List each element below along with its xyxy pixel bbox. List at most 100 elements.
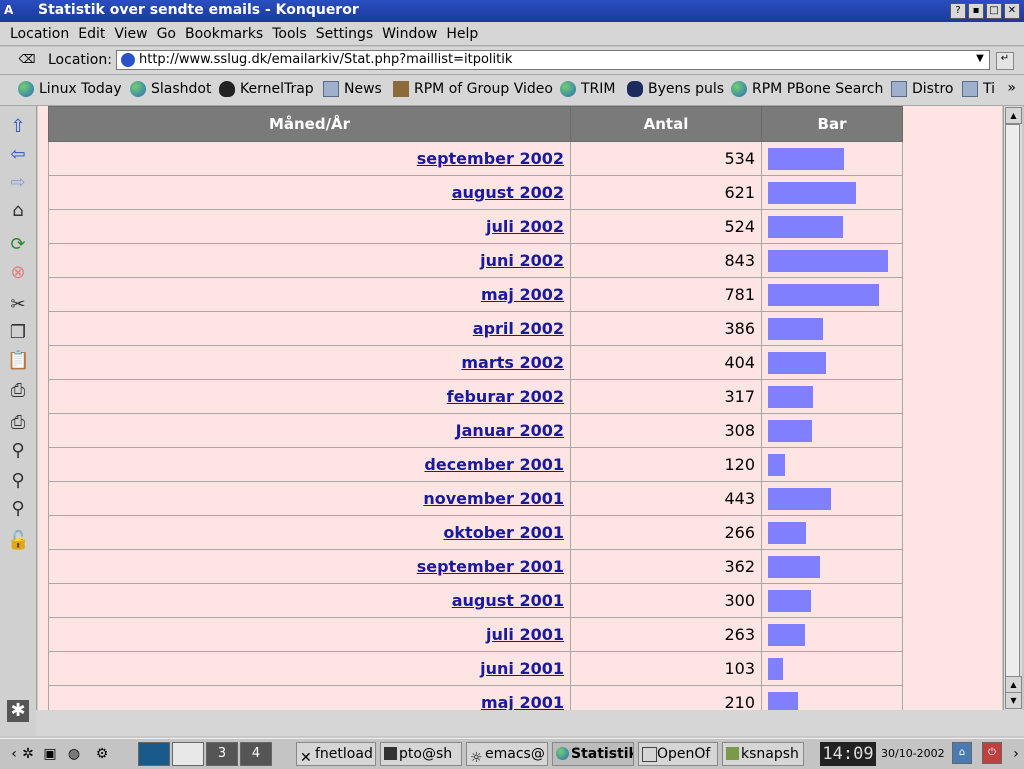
menu-bookmarks[interactable]: Bookmarks	[185, 26, 263, 42]
count-bar	[768, 181, 856, 204]
task-label: Statistik	[571, 746, 634, 762]
bookmark-byens-puls[interactable]: Byens puls	[627, 81, 724, 97]
bookmark-folder-ti[interactable]: Ti	[962, 81, 995, 97]
konqueror-app-icon[interactable]: A	[4, 3, 13, 17]
scroll-up-icon[interactable]: ▲	[1005, 676, 1022, 693]
bookmark-overflow-icon[interactable]: »	[1007, 80, 1016, 96]
forward-arrow-icon[interactable]: ⇨	[7, 172, 29, 194]
task-ksnapshot[interactable]: ksnapsh	[722, 742, 804, 766]
location-url[interactable]: http://www.sslug.dk/emailarkiv/Stat.php?…	[139, 52, 512, 67]
menu-help[interactable]: Help	[446, 26, 478, 42]
desktop-icon[interactable]: ▣	[40, 744, 60, 764]
zoom-icon[interactable]: ⚲	[7, 440, 29, 462]
clock[interactable]: 14:09	[820, 742, 876, 766]
month-link[interactable]: Januar 2002	[456, 421, 564, 440]
browser-globe-icon[interactable]: ◍	[64, 744, 84, 764]
cut-icon[interactable]: ✂	[7, 294, 29, 316]
task-fnetload[interactable]: ✕ fnetload	[296, 742, 376, 766]
vertical-scrollbar[interactable]: ▲ ▲ ▼	[1003, 106, 1022, 710]
month-link[interactable]: september 2002	[417, 149, 564, 168]
menu-settings[interactable]: Settings	[316, 26, 373, 42]
desktop-4-button[interactable]: 4	[240, 742, 272, 766]
task-emacs[interactable]: ☼ emacs@	[466, 742, 548, 766]
throbber-gear-icon: ✱	[7, 700, 29, 722]
bookmark-trim[interactable]: TRIM	[560, 81, 616, 97]
scroll-up-icon[interactable]: ▲	[1005, 107, 1022, 124]
month-link[interactable]: april 2002	[473, 319, 564, 338]
lock-screen-icon[interactable]: ⌂	[952, 742, 972, 764]
settings-icon[interactable]: ⚙	[92, 744, 112, 764]
menu-view[interactable]: View	[114, 26, 147, 42]
month-link[interactable]: feburar 2002	[447, 387, 564, 406]
zoom-in-icon[interactable]: ⚲	[7, 470, 29, 492]
month-link[interactable]: december 2001	[424, 455, 564, 474]
menu-tools[interactable]: Tools	[272, 26, 307, 42]
bookmark-folder-news[interactable]: News	[323, 81, 382, 97]
month-link[interactable]: oktober 2001	[443, 523, 564, 542]
month-link[interactable]: november 2001	[423, 489, 564, 508]
table-row: juni 2002 843	[48, 243, 903, 278]
security-lock-icon[interactable]: 🔓	[7, 530, 29, 552]
month-link[interactable]: maj 2002	[481, 285, 564, 304]
task-statistik[interactable]: Statistik	[552, 742, 634, 766]
month-link[interactable]: august 2001	[452, 591, 564, 610]
clear-location-icon[interactable]: ⌫	[18, 52, 36, 68]
back-arrow-icon[interactable]: ⇦	[7, 144, 29, 166]
month-cell: juli 2002	[48, 209, 571, 244]
bookmark-rpm-pbone-search[interactable]: RPM PBone Search	[731, 81, 883, 97]
table-row: november 2001 443	[48, 481, 903, 516]
reload-icon[interactable]: ⟳	[7, 234, 29, 256]
menu-go[interactable]: Go	[157, 26, 176, 42]
zoom-out-icon[interactable]: ⚲	[7, 498, 29, 520]
bar-cell	[761, 583, 903, 618]
month-link[interactable]: juni 2001	[480, 659, 564, 678]
close-window-button[interactable]: ✕	[1004, 3, 1020, 19]
desktop-3-button[interactable]: 3	[206, 742, 238, 766]
menu-location[interactable]: Location	[10, 26, 69, 42]
scroll-right-icon[interactable]: ›	[1010, 744, 1022, 764]
bookmark-folder-distro[interactable]: Distro	[891, 81, 953, 97]
globe-icon	[130, 81, 146, 97]
bookmark-label: News	[344, 81, 382, 97]
chevron-down-icon[interactable]: ▼	[973, 53, 987, 64]
stop-icon[interactable]: ⊗	[7, 262, 29, 284]
kde-menu-icon[interactable]: ✲	[18, 744, 38, 764]
bookmark-kerneltrap[interactable]: KernelTrap	[219, 81, 314, 97]
paste-icon[interactable]: 📋	[7, 350, 29, 372]
home-icon[interactable]: ⌂	[7, 200, 29, 222]
bookmark-slashdot[interactable]: Slashdot	[130, 81, 211, 97]
logout-icon[interactable]: ⏻	[982, 742, 1002, 764]
bookmark-linux-today[interactable]: Linux Today	[18, 81, 122, 97]
print-icon[interactable]: ⎙	[7, 380, 29, 402]
month-link[interactable]: maj 2001	[481, 693, 564, 710]
help-window-button[interactable]: ?	[950, 3, 966, 19]
month-link[interactable]: juni 2002	[480, 251, 564, 270]
minimize-button[interactable]: ▪	[968, 3, 984, 19]
terminal-icon	[384, 747, 397, 760]
month-link[interactable]: juli 2001	[486, 625, 564, 644]
bookmark-label: RPM PBone Search	[752, 81, 884, 97]
scroll-thumb[interactable]	[1005, 124, 1020, 680]
folder-icon	[323, 81, 339, 97]
task-openoffice[interactable]: OpenOf	[638, 742, 718, 766]
month-link[interactable]: marts 2002	[461, 353, 564, 372]
go-button[interactable]: ↵	[996, 52, 1014, 70]
task-terminal[interactable]: pto@sh	[380, 742, 462, 766]
desktop-2-button[interactable]	[172, 742, 204, 766]
scroll-down-icon[interactable]: ▼	[1005, 692, 1022, 709]
menu-window[interactable]: Window	[382, 26, 437, 42]
month-link[interactable]: september 2001	[417, 557, 564, 576]
copy-icon[interactable]: ❐	[7, 322, 29, 344]
menu-edit[interactable]: Edit	[78, 26, 105, 42]
bookmark-rpm-group-video[interactable]: RPM of Group Video	[393, 81, 553, 97]
desktop-1-button[interactable]	[138, 742, 170, 766]
location-input[interactable]: http://www.sslug.dk/emailarkiv/Stat.php?…	[116, 50, 990, 70]
month-cell: december 2001	[48, 447, 571, 482]
maximize-button[interactable]: □	[986, 3, 1002, 19]
table-row: marts 2002 404	[48, 345, 903, 380]
bookmark-label: RPM of Group Video	[414, 81, 553, 97]
print-frame-icon[interactable]: ⎙	[7, 412, 29, 434]
month-link[interactable]: august 2002	[452, 183, 564, 202]
month-link[interactable]: juli 2002	[486, 217, 564, 236]
up-arrow-icon[interactable]: ⇧	[7, 116, 29, 138]
